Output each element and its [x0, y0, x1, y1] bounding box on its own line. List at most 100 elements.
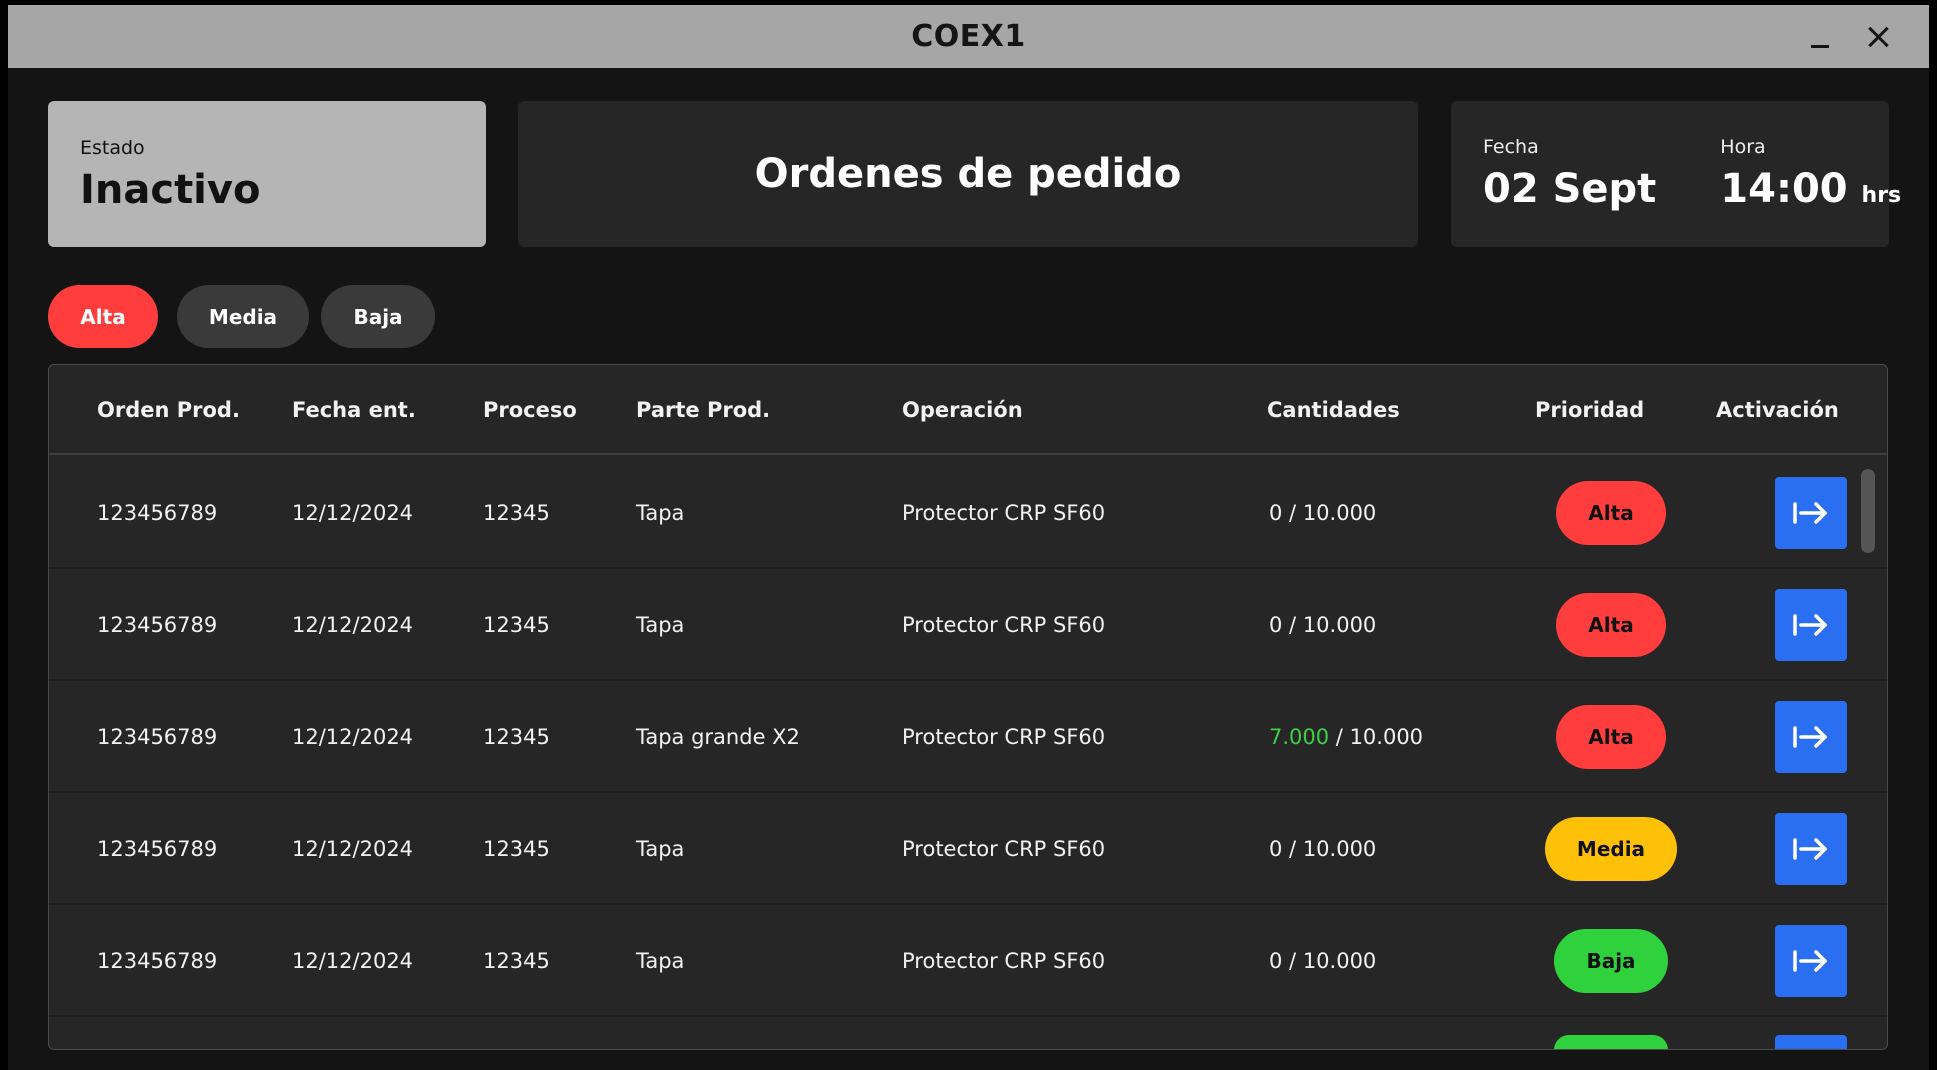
partial-activate-button[interactable] — [1775, 1035, 1847, 1049]
arrow-right-to-bar-icon — [1793, 838, 1827, 860]
table-header: Orden Prod. Fecha ent. Proceso Parte Pro… — [49, 365, 1887, 455]
cell-proceso: 12345 — [483, 613, 550, 637]
cell-fecha: 12/12/2024 — [292, 949, 414, 973]
column-header-operacion[interactable]: Operación — [902, 365, 1023, 455]
cell-prioridad: Media — [1535, 793, 1677, 905]
cell-operacion: Protector CRP SF60 — [902, 613, 1106, 637]
cell-cantidades: 0 / 10.000 — [1269, 569, 1376, 681]
cell-parte: Tapa — [636, 613, 685, 637]
cell-activacion — [1716, 457, 1847, 569]
cell-parte: Tapa — [636, 837, 685, 861]
filter-media-button[interactable]: Media — [177, 285, 309, 348]
cell-proceso: 12345 — [483, 725, 550, 749]
orders-table: Orden Prod. Fecha ent. Proceso Parte Pro… — [48, 364, 1888, 1050]
time-block: Hora 14:00 hrs — [1688, 136, 1901, 212]
qty-total: 10.000 — [1302, 613, 1377, 637]
activate-button[interactable] — [1775, 813, 1847, 885]
qty-total: 10.000 — [1302, 501, 1377, 525]
cell-cantidades: 7.000 / 10.000 — [1269, 681, 1423, 793]
table-row[interactable]: 123456789 12/12/2024 12345 Tapa Protecto… — [49, 457, 1887, 569]
qty-separator: / — [1282, 613, 1303, 637]
cell-fecha: 12/12/2024 — [292, 501, 414, 525]
filter-baja-button[interactable]: Baja — [321, 285, 435, 348]
cell-cantidades: 0 / 10.000 — [1269, 905, 1376, 1017]
table-row[interactable]: 123456789 12/12/2024 12345 Tapa grande X… — [49, 681, 1887, 793]
cell-activacion — [1716, 793, 1847, 905]
filter-alta-button[interactable]: Alta — [48, 285, 158, 348]
qty-separator: / — [1329, 725, 1350, 749]
cell-orden: 123456789 — [97, 501, 218, 525]
cell-proceso: 12345 — [483, 949, 550, 973]
qty-separator: / — [1282, 837, 1303, 861]
qty-done: 0 — [1269, 949, 1283, 973]
cell-orden: 123456789 — [97, 949, 218, 973]
table-scrollbar[interactable] — [1861, 469, 1875, 553]
qty-separator: / — [1282, 949, 1303, 973]
column-header-parte[interactable]: Parte Prod. — [636, 365, 770, 455]
minimize-button[interactable] — [1798, 15, 1842, 59]
minimize-icon — [1811, 44, 1829, 48]
qty-separator: / — [1282, 501, 1303, 525]
cell-activacion — [1716, 569, 1847, 681]
time-label: Hora — [1720, 136, 1766, 158]
close-button[interactable] — [1856, 15, 1900, 59]
qty-total: 10.000 — [1302, 949, 1377, 973]
table-row[interactable]: 123456789 12/12/2024 12345 Tapa Protecto… — [49, 905, 1887, 1017]
cell-activacion — [1716, 905, 1847, 1017]
table-row[interactable]: 123456789 12/12/2024 12345 Tapa Protecto… — [49, 569, 1887, 681]
time-unit: hrs — [1861, 183, 1902, 208]
column-header-activacion[interactable]: Activación — [1716, 365, 1839, 455]
status-label: Estado — [80, 137, 145, 159]
activate-button[interactable] — [1775, 589, 1847, 661]
cell-cantidades: 0 / 10.000 — [1269, 457, 1376, 569]
page-title-card: Ordenes de pedido — [518, 101, 1418, 247]
window-title: COEX1 — [911, 19, 1026, 54]
priority-badge: Baja — [1554, 929, 1668, 993]
cell-orden: 123456789 — [97, 725, 218, 749]
activate-button[interactable] — [1775, 925, 1847, 997]
time-value: 14:00 — [1720, 166, 1848, 212]
title-bar: COEX1 — [8, 5, 1929, 68]
arrow-right-to-bar-icon — [1793, 502, 1827, 524]
cell-operacion: Protector CRP SF60 — [902, 949, 1106, 973]
table-row[interactable]: 123456789 12/12/2024 12345 Tapa Protecto… — [49, 793, 1887, 905]
priority-badge: Alta — [1556, 481, 1666, 545]
cell-prioridad: Alta — [1535, 457, 1666, 569]
cell-fecha: 12/12/2024 — [292, 725, 414, 749]
cell-proceso: 12345 — [483, 837, 550, 861]
arrow-right-to-bar-icon — [1793, 950, 1827, 972]
date-value: 02 Sept — [1483, 166, 1657, 212]
cell-operacion: Protector CRP SF60 — [902, 837, 1106, 861]
qty-done: 0 — [1269, 613, 1283, 637]
date-label: Fecha — [1483, 136, 1539, 158]
qty-done: 0 — [1269, 837, 1283, 861]
activate-button[interactable] — [1775, 477, 1847, 549]
close-icon — [1867, 26, 1889, 48]
cell-fecha: 12/12/2024 — [292, 613, 414, 637]
qty-total: 10.000 — [1349, 725, 1424, 749]
priority-badge: Alta — [1556, 705, 1666, 769]
priority-badge: Alta — [1556, 593, 1666, 657]
qty-done: 7.000 — [1269, 725, 1330, 749]
cell-operacion: Protector CRP SF60 — [902, 501, 1106, 525]
activate-button[interactable] — [1775, 701, 1847, 773]
cell-fecha: 12/12/2024 — [292, 837, 414, 861]
cell-prioridad: Alta — [1535, 569, 1666, 681]
cell-operacion: Protector CRP SF60 — [902, 725, 1106, 749]
cell-orden: 123456789 — [97, 837, 218, 861]
cell-orden: 123456789 — [97, 613, 218, 637]
priority-badge: Media — [1545, 817, 1677, 881]
cell-activacion — [1716, 681, 1847, 793]
column-header-cantidades[interactable]: Cantidades — [1267, 365, 1400, 455]
qty-total: 10.000 — [1302, 837, 1377, 861]
partial-priority-badge — [1554, 1035, 1668, 1049]
column-header-prioridad[interactable]: Prioridad — [1535, 365, 1644, 455]
cell-prioridad: Alta — [1535, 681, 1666, 793]
status-card: Estado Inactivo — [48, 101, 486, 247]
column-header-fecha[interactable]: Fecha ent. — [292, 365, 416, 455]
column-header-proceso[interactable]: Proceso — [483, 365, 577, 455]
cell-prioridad: Baja — [1535, 905, 1668, 1017]
qty-done: 0 — [1269, 501, 1283, 525]
column-header-orden[interactable]: Orden Prod. — [97, 365, 240, 455]
status-value: Inactivo — [80, 167, 261, 213]
